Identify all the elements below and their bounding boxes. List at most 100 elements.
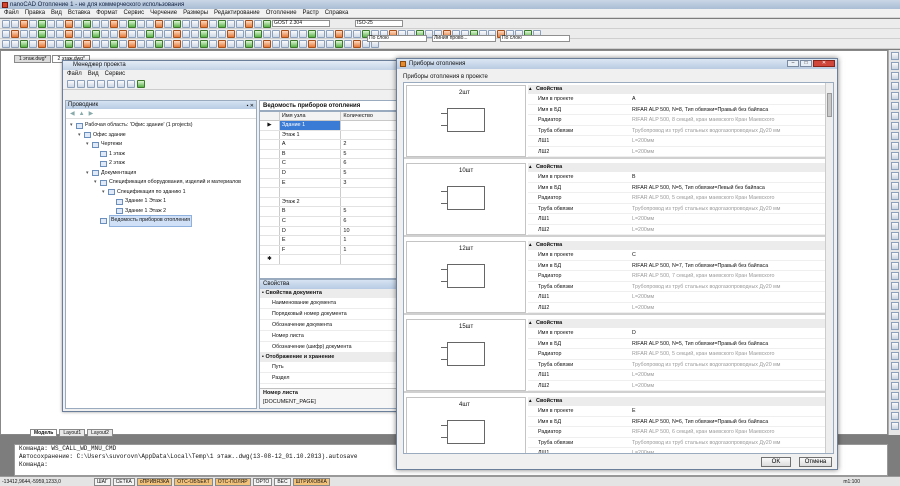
toolbar-icon[interactable]: [891, 332, 899, 340]
property-row[interactable]: Имя в БД RIFAR ALP 500, N=7, Тип обвязки=…: [528, 261, 825, 271]
toolbar-icon[interactable]: [110, 39, 118, 48]
zoom-scale[interactable]: m1:100: [843, 479, 860, 485]
toolbar-icon[interactable]: [38, 19, 46, 28]
toolbar-icon[interactable]: [317, 29, 325, 38]
toolbar-icon[interactable]: [20, 19, 28, 28]
tree-node[interactable]: 2 этаж: [66, 159, 256, 169]
toolbar-icon[interactable]: [891, 302, 899, 310]
property-value[interactable]: RIFAR ALP 500, N=6, Тип обвязки=Правый б…: [630, 417, 825, 427]
toolbar-icon[interactable]: [101, 29, 109, 38]
property-value[interactable]: L=200мм: [630, 303, 825, 313]
toolbar-icon[interactable]: [92, 29, 100, 38]
toolbar-icon[interactable]: [110, 19, 118, 28]
toolbar-icon[interactable]: [29, 19, 37, 28]
toolbar-icon[interactable]: [20, 39, 28, 48]
toolbar-icon[interactable]: [263, 19, 271, 28]
toolbar-icon[interactable]: [353, 29, 361, 38]
property-value[interactable]: Трубопровод из труб стальных водогазопро…: [630, 204, 825, 214]
property-row[interactable]: ЛШ2 L=200мм: [528, 225, 825, 235]
tree-node[interactable]: ▾ Чертежи: [66, 140, 256, 150]
property-row[interactable]: ЛШ1 L=200мм: [528, 292, 825, 303]
ok-button[interactable]: OK: [761, 457, 791, 467]
toolbar-icon[interactable]: [281, 29, 289, 38]
toolbar-icon[interactable]: [891, 282, 899, 290]
layout-tab[interactable]: Layout2: [87, 429, 113, 437]
radiator-card[interactable]: 12шт Свойства Имя в проекте C Имя в БД RIFAR …: [404, 239, 827, 315]
toolbar-icon[interactable]: [891, 252, 899, 260]
toolbar-icon[interactable]: [272, 29, 280, 38]
toolbar-icon[interactable]: [29, 29, 37, 38]
table-row[interactable]: B5: [260, 149, 399, 160]
properties-group-storage[interactable]: ▪ Отображение и хранение: [260, 353, 399, 362]
toolbar-icon[interactable]: [245, 19, 253, 28]
property-row[interactable]: Труба обвязки Трубопровод из труб стальны…: [528, 282, 825, 292]
cell-name[interactable]: A: [280, 140, 342, 149]
toolbar-icon[interactable]: [263, 29, 271, 38]
toolbar-icon[interactable]: [38, 39, 46, 48]
toolbar-icon[interactable]: [891, 372, 899, 380]
menu-item[interactable]: Размеры: [183, 10, 208, 16]
text-style-select[interactable]: GOST 2.304: [272, 20, 330, 27]
toolbar-icon[interactable]: [891, 392, 899, 400]
property-row[interactable]: Радиатор RIFAR ALP 500, 7 секций, кран ма…: [528, 271, 825, 282]
toolbar-icon[interactable]: [200, 19, 208, 28]
toolbar-icon[interactable]: [335, 29, 343, 38]
property-row[interactable]: Имя в БД RIFAR ALP 500, N=6, Тип обвязки=…: [528, 417, 825, 427]
toolbar-icon[interactable]: [299, 29, 307, 38]
table-row[interactable]: D5: [260, 168, 399, 179]
toolbar-icon[interactable]: [119, 39, 127, 48]
toolbar-icon[interactable]: [891, 192, 899, 200]
toolbar-icon[interactable]: [83, 29, 91, 38]
toolbar-icon[interactable]: [891, 92, 899, 100]
cell-name[interactable]: B: [280, 149, 342, 159]
table-row[interactable]: C6: [260, 159, 399, 169]
toolbar-icon[interactable]: [891, 222, 899, 230]
toolbar-icon[interactable]: [92, 19, 100, 28]
tree-node[interactable]: Здание 1 Этаж 1: [66, 197, 256, 207]
toolbar-icon[interactable]: [146, 19, 154, 28]
table-row[interactable]: C6: [260, 216, 399, 227]
property-value[interactable]: C: [630, 250, 825, 260]
table-row[interactable]: Этаж 2: [260, 197, 399, 208]
toolbar-icon[interactable]: [891, 82, 899, 90]
properties-section-header[interactable]: Свойства: [528, 241, 825, 250]
tree-node[interactable]: ▾ Рабочая область: 'Офис здание' (1 proje…: [66, 121, 256, 131]
property-row[interactable]: ЛШ1 L=200мм: [528, 448, 825, 453]
toolbar-icon[interactable]: [353, 39, 361, 48]
property-row[interactable]: ЛШ2 L=200мм: [528, 147, 825, 157]
tree-node[interactable]: ▾ Спецификация по зданию 1: [66, 188, 256, 198]
toolbar-icon[interactable]: [173, 39, 181, 48]
cell-name[interactable]: D: [280, 168, 342, 178]
table-row[interactable]: E1: [260, 236, 399, 246]
property-row[interactable]: Имя в проекте B: [528, 172, 825, 183]
status-toggle[interactable]: ШТРИХОВКА: [292, 477, 330, 486]
property-row[interactable]: Обозначение (шифр) документа: [260, 342, 399, 353]
menu-item[interactable]: Справка: [325, 10, 349, 16]
cancel-button[interactable]: Отмена: [799, 457, 832, 467]
toolbar-icon[interactable]: [29, 39, 37, 48]
toolbar-icon[interactable]: [891, 172, 899, 180]
settings-icon[interactable]: [137, 79, 145, 88]
property-row[interactable]: Труба обвязки Трубопровод из труб стальны…: [528, 360, 825, 370]
pin-icon[interactable]: ▪ ✕: [247, 102, 254, 110]
property-value[interactable]: RIFAR ALP 500, N=5, Тип обвязки=Правый б…: [630, 339, 825, 349]
back-arrow-icon[interactable]: ◀: [70, 110, 75, 117]
toolbar-icon[interactable]: [227, 29, 235, 38]
menu-item[interactable]: Файл: [4, 10, 19, 16]
maximize-icon[interactable]: □: [800, 60, 812, 67]
new-project-icon[interactable]: [67, 79, 75, 88]
cell-count[interactable]: 1: [341, 246, 399, 255]
table-row[interactable]: F1: [260, 245, 399, 256]
toolbar-icon[interactable]: [891, 312, 899, 320]
toolbar-icon[interactable]: [155, 19, 163, 28]
toolbar-icon[interactable]: [308, 29, 316, 38]
property-value[interactable]: Трубопровод из труб стальных водогазопро…: [630, 282, 825, 292]
cell-count[interactable]: [341, 198, 399, 207]
toolbar-icon[interactable]: [891, 362, 899, 370]
toolbar-icon[interactable]: [891, 382, 899, 390]
toolbar-icon[interactable]: [128, 19, 136, 28]
table-row[interactable]: A2: [260, 140, 399, 150]
close-icon[interactable]: ✕: [813, 60, 835, 67]
cell-count[interactable]: [341, 188, 399, 197]
toolbar-icon[interactable]: [119, 29, 127, 38]
